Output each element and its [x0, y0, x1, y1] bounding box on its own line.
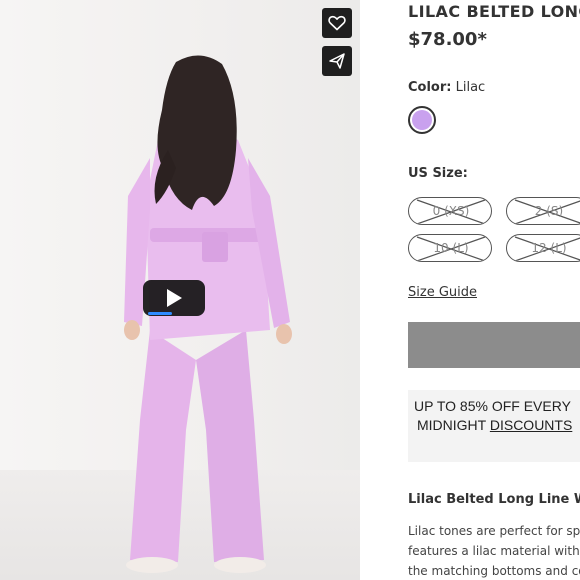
size-option-label: 10 (L)	[433, 241, 469, 255]
description-line: Lilac tones are perfect for spe	[408, 524, 580, 538]
size-option-label: 2 (S)	[534, 204, 564, 218]
description-line: features a lilac material with a	[408, 544, 580, 558]
heart-icon	[328, 15, 346, 31]
size-label: US Size:	[408, 166, 468, 181]
promo-prefix: MIDNIGHT	[417, 417, 486, 433]
size-option-12[interactable]: 12 (L)	[506, 234, 580, 262]
size-guide-link[interactable]: Size Guide	[408, 285, 477, 300]
wishlist-button[interactable]	[322, 8, 352, 38]
play-button[interactable]	[143, 280, 205, 316]
color-swatch-lilac[interactable]	[408, 106, 436, 134]
product-price: $78.00*	[408, 29, 487, 50]
color-label-key: Color:	[408, 80, 452, 95]
promo-text: UP TO 85% OFF EVERY	[414, 398, 571, 414]
share-button[interactable]	[322, 46, 352, 76]
color-label: Color: Lilac	[408, 80, 485, 95]
promo-text-line2: MIDNIGHT DISCOUNTS	[417, 417, 572, 433]
description-title: Lilac Belted Long Line Wo	[408, 492, 580, 507]
swatch-fill	[412, 110, 432, 130]
promo-banner: UP TO 85% OFF EVERY MIDNIGHT DISCOUNTS	[408, 390, 580, 462]
product-video[interactable]	[0, 0, 360, 580]
product-title: LILAC BELTED LONG	[408, 2, 580, 21]
size-option-0[interactable]: 0 (XS)	[408, 197, 492, 225]
product-details: LILAC BELTED LONG $78.00* Color: Lilac U…	[408, 0, 580, 580]
color-value: Lilac	[455, 80, 486, 95]
add-to-bag-button[interactable]	[408, 322, 580, 368]
video-progress-bar[interactable]	[148, 312, 172, 315]
size-option-label: 0 (XS)	[432, 204, 470, 218]
play-icon	[167, 289, 182, 307]
share-icon	[329, 53, 345, 69]
size-option-10[interactable]: 10 (L)	[408, 234, 492, 262]
discounts-link[interactable]: DISCOUNTS	[490, 417, 572, 433]
size-option-label: 12 (L)	[531, 241, 567, 255]
size-option-2[interactable]: 2 (S)	[506, 197, 580, 225]
description-line: the matching bottoms and co	[408, 564, 580, 578]
